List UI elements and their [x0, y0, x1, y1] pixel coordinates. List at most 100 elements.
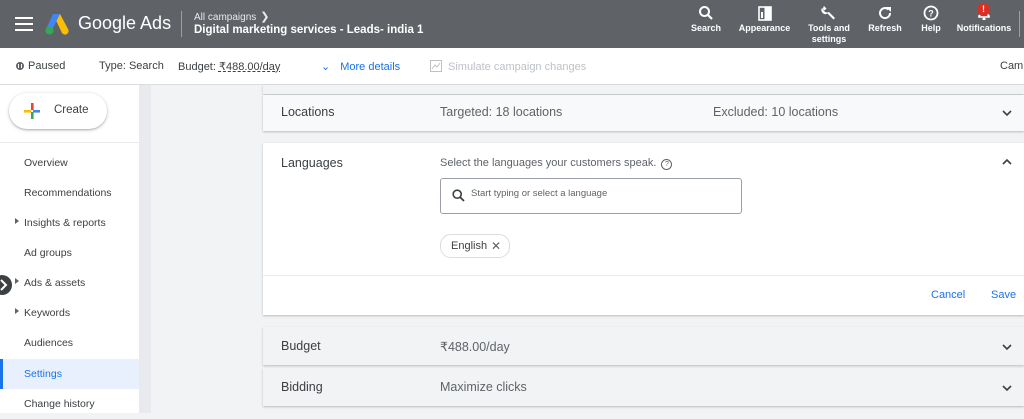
brand-name: Google Ads: [78, 13, 172, 33]
language-search-input[interactable]: [471, 188, 731, 199]
help-icon[interactable]: ?: [661, 159, 673, 170]
search-icon: [452, 189, 465, 202]
simulate-changes-button[interactable]: Simulate campaign changes: [430, 60, 586, 73]
bidding-value: Maximize clicks: [440, 380, 527, 394]
simulate-label: Simulate campaign changes: [448, 61, 587, 73]
setting-label: Locations: [281, 105, 335, 119]
svg-text:?: ?: [928, 9, 934, 19]
sidebar-item-audiences[interactable]: Audiences: [0, 328, 139, 358]
divider: [1019, 11, 1020, 37]
sidebar-item-label: Ads & assets: [24, 277, 86, 289]
sidebar-item-ads-assets[interactable]: Ads & assets: [0, 268, 139, 298]
status-text: Paused: [28, 60, 66, 72]
expand-arrow-icon: [15, 278, 19, 284]
campaign-budget[interactable]: Budget: ₹488.00/day: [178, 60, 280, 73]
setting-row-bidding[interactable]: Bidding Maximize clicks: [263, 368, 1024, 406]
refresh-label: Refresh: [868, 23, 902, 33]
refresh-icon: [879, 7, 892, 20]
campaign-type: Type: Search: [99, 60, 164, 72]
sidebar-item-label: Overview: [24, 157, 68, 169]
chevron-down-icon: ⌄: [321, 61, 331, 73]
sidebar-item-label: Insights & reports: [24, 217, 106, 229]
breadcrumb[interactable]: All campaigns ❯: [194, 10, 269, 23]
create-button[interactable]: Create: [9, 93, 107, 129]
sidebar-item-keywords[interactable]: Keywords: [0, 298, 139, 328]
setting-label: Bidding: [281, 380, 323, 394]
divider: [0, 142, 139, 143]
chevron-up-icon[interactable]: [1002, 157, 1012, 167]
sidebar-scrollbar[interactable]: [139, 85, 151, 413]
more-details-label: More details: [340, 61, 401, 73]
left-navigation: Create Overview Recommendations Insights…: [0, 85, 139, 413]
more-details-button[interactable]: ⌄ More details: [321, 60, 400, 73]
sidebar-item-overview[interactable]: Overview: [0, 148, 139, 178]
budget-value[interactable]: ₹488.00/day: [219, 61, 280, 73]
google-ads-logo: [45, 14, 69, 35]
help-button[interactable]: ? Help: [917, 5, 945, 34]
setting-panel-languages: Languages Select the languages your cust…: [263, 143, 1024, 315]
sidebar-item-change-history[interactable]: Change history: [0, 389, 139, 419]
search-icon: [699, 6, 713, 20]
expand-arrow-icon: [15, 308, 19, 314]
sidebar-item-label: Recommendations: [24, 187, 112, 199]
setting-label: Budget: [281, 339, 321, 353]
notifications-label: Notifications: [956, 23, 1012, 33]
appearance-icon: [757, 6, 772, 21]
top-app-bar: Google Ads All campaigns ❯ Digital market…: [0, 0, 1024, 48]
sidebar-item-label: Audiences: [24, 337, 74, 349]
sidebar-item-label: Change history: [24, 398, 95, 410]
divider: [263, 275, 1024, 276]
help-label: Help: [921, 23, 941, 33]
refresh-button[interactable]: Refresh: [865, 5, 905, 34]
sidebar-item-label: Settings: [24, 368, 62, 380]
languages-description: Select the languages your customers spea…: [440, 157, 673, 170]
language-search-field[interactable]: [440, 178, 742, 214]
help-icon: ?: [923, 5, 939, 21]
language-chip-english[interactable]: English ✕: [440, 234, 510, 258]
expand-arrow-icon: [15, 218, 19, 224]
chevron-right-icon: [0, 279, 8, 291]
campaign-menu-truncated[interactable]: Camp: [1000, 60, 1024, 72]
sidebar-item-insights-reports[interactable]: Insights & reports: [0, 208, 139, 238]
chevron-down-icon[interactable]: [1002, 108, 1012, 118]
notifications-button[interactable]: ! Notifications: [955, 3, 1013, 34]
campaign-status[interactable]: Paused: [16, 60, 65, 72]
chevron-down-icon[interactable]: [1002, 342, 1012, 352]
cancel-button[interactable]: Cancel: [931, 289, 965, 301]
appearance-label: Appearance: [738, 23, 791, 33]
breadcrumb-all-campaigns[interactable]: All campaigns: [194, 12, 256, 23]
description-text: Select the languages your customers spea…: [440, 157, 657, 169]
notification-badge: !: [977, 3, 990, 16]
plus-icon: [24, 103, 40, 119]
setting-row-budget[interactable]: Budget ₹488.00/day: [263, 327, 1024, 365]
search-label: Search: [690, 23, 722, 33]
save-button[interactable]: Save: [991, 289, 1016, 301]
appearance-button[interactable]: Appearance: [737, 5, 792, 34]
locations-excluded: Excluded: 10 locations: [713, 105, 839, 119]
create-label: Create: [54, 104, 89, 116]
simulate-icon: [430, 60, 442, 72]
collapse-sidebar-button[interactable]: [0, 275, 12, 295]
menu-icon[interactable]: [15, 14, 33, 34]
sidebar-item-settings[interactable]: Settings: [0, 359, 139, 389]
budget-label: Budget:: [178, 61, 219, 73]
chevron-right-icon: ❯: [260, 11, 270, 23]
search-button[interactable]: Search: [690, 5, 722, 34]
campaign-title[interactable]: Digital marketing services - Leads- indi…: [194, 24, 423, 36]
budget-value: ₹488.00/day: [440, 340, 510, 354]
setting-row-locations[interactable]: Locations Targeted: 18 locations Exclude…: [263, 95, 1024, 131]
sidebar-item-recommendations[interactable]: Recommendations: [0, 178, 139, 208]
paused-icon: [16, 62, 24, 70]
setting-label: Languages: [281, 156, 343, 170]
sidebar-item-label: Ad groups: [24, 247, 72, 259]
active-indicator: [0, 359, 3, 389]
previous-setting-card-edge: [263, 85, 1024, 94]
campaign-status-bar: Paused Type: Search Budget: ₹488.00/day …: [0, 48, 1024, 85]
remove-icon[interactable]: ✕: [491, 239, 501, 253]
tools-and-settings-button[interactable]: Tools and settings: [805, 5, 853, 45]
tools-label-line1: Tools and: [808, 23, 850, 33]
chevron-down-icon[interactable]: [1002, 383, 1012, 393]
sidebar-item-ad-groups[interactable]: Ad groups: [0, 238, 139, 268]
tools-label-line2: settings: [811, 34, 847, 44]
divider: [181, 11, 182, 37]
